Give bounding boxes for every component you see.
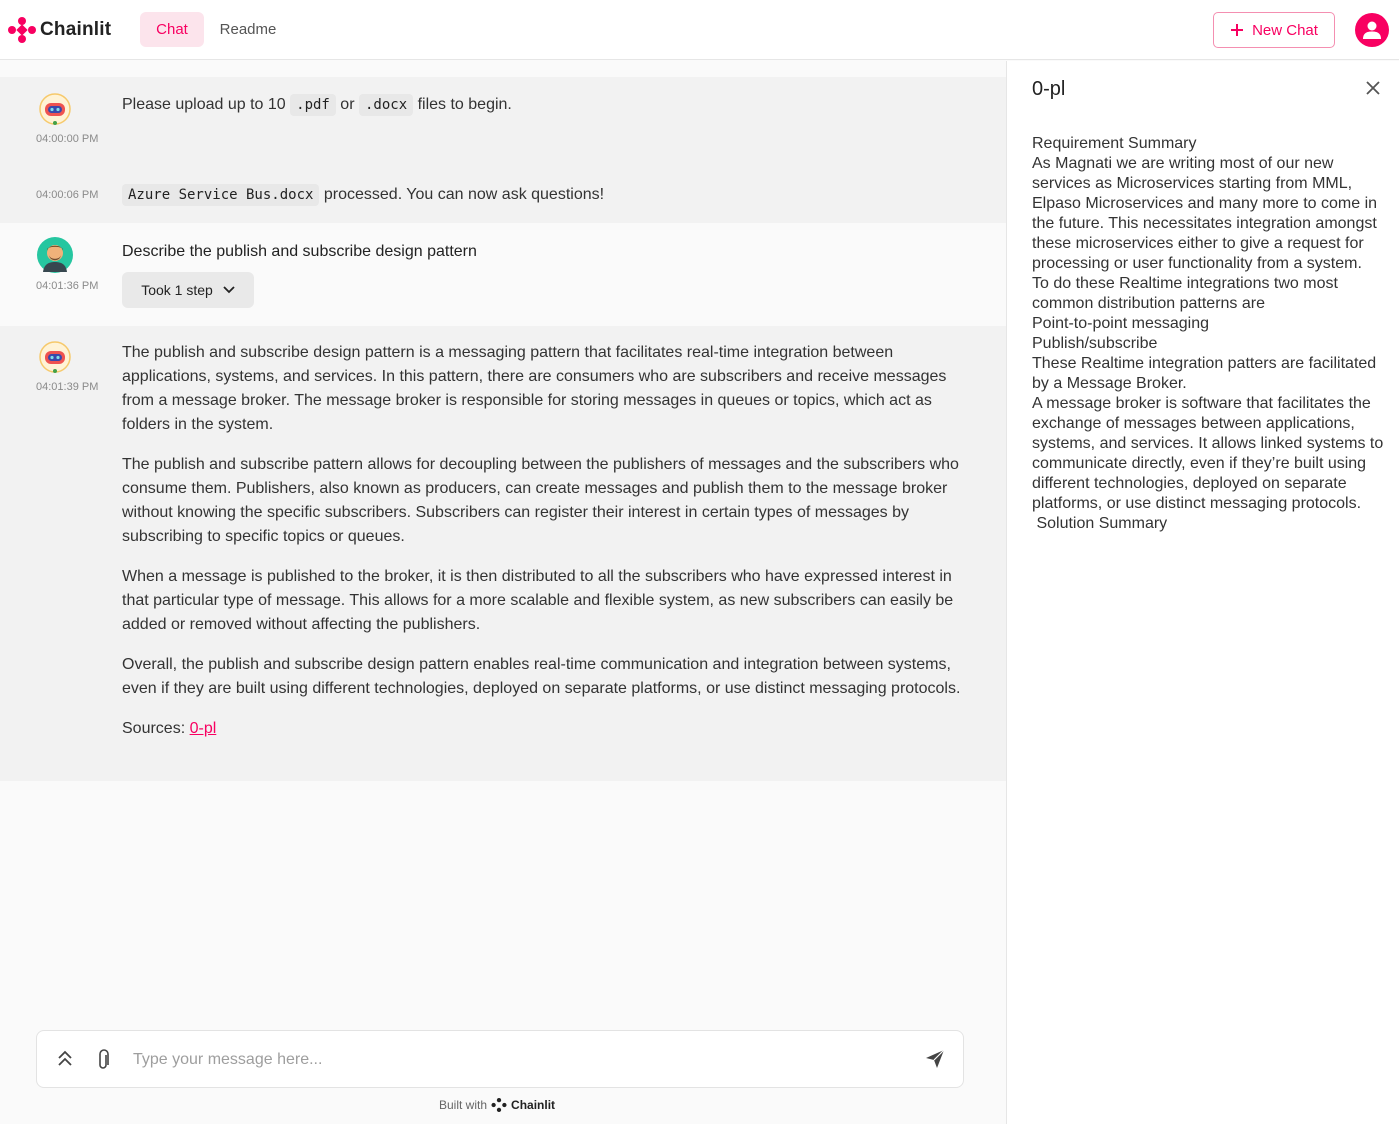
assistant-message-text: Azure Service Bus.docx processed. You ca… (122, 183, 604, 207)
new-chat-label: New Chat (1252, 21, 1318, 39)
panel-title: 0-pl (1032, 78, 1066, 100)
panel-line: Solution Summary (1032, 515, 1168, 532)
new-chat-button[interactable]: New Chat (1213, 12, 1335, 48)
assistant-answer-text: The publish and subscribe design pattern… (122, 341, 962, 757)
built-with-label: Built with (439, 1098, 488, 1112)
tab-readme[interactable]: Readme (210, 12, 286, 47)
text-segment: Please upload up to 10 (122, 96, 291, 113)
sources-line: Sources: 0-pl (122, 717, 962, 741)
chevron-down-icon (223, 286, 235, 294)
step-label: Took 1 step (141, 282, 213, 298)
logo-text: Chainlit (40, 19, 112, 40)
message-timestamp: 04:00:06 PM (36, 189, 99, 201)
send-icon[interactable] (925, 1049, 945, 1069)
step-toggle-button[interactable]: Took 1 step (122, 272, 254, 308)
panel-content: Requirement Summary As Magnati we are wr… (1032, 134, 1387, 534)
source-link[interactable]: 0-pl (190, 720, 217, 737)
close-icon[interactable] (1365, 80, 1381, 96)
assistant-message-group: 04:00:00 PM Please upload up to 10 .pdf … (0, 77, 1006, 223)
answer-paragraph: The publish and subscribe pattern allows… (122, 456, 959, 545)
message-timestamp: 04:01:39 PM (36, 381, 99, 393)
inline-code: Azure Service Bus.docx (122, 184, 320, 206)
panel-line: These Realtime integration patters are f… (1032, 355, 1381, 392)
sources-label: Sources: (122, 720, 190, 737)
user-message-text: Describe the publish and subscribe desig… (122, 243, 477, 260)
chainlit-logo-icon (8, 17, 36, 43)
inline-code: .pdf (290, 94, 336, 116)
user-avatar-icon (37, 237, 73, 273)
text-segment: or (335, 96, 359, 113)
tab-chat[interactable]: Chat (140, 12, 204, 47)
user-menu-avatar[interactable] (1355, 13, 1389, 47)
built-with-footer: Built with Chainlit (439, 1098, 555, 1112)
chevrons-up-icon[interactable] (57, 1049, 73, 1067)
plus-icon (1231, 24, 1244, 36)
answer-paragraph: When a message is published to the broke… (122, 568, 954, 633)
panel-line: As Magnati we are writing most of our ne… (1032, 155, 1382, 272)
built-with-brand: Chainlit (511, 1098, 556, 1112)
paperclip-icon[interactable] (97, 1049, 111, 1071)
panel-line: Publish/subscribe (1032, 335, 1158, 352)
message-composer (36, 1030, 964, 1088)
inline-code: .docx (358, 94, 414, 116)
message-timestamp: 04:00:00 PM (36, 133, 99, 145)
answer-paragraph: The publish and subscribe design pattern… (122, 344, 947, 433)
panel-line: A message broker is software that facili… (1032, 395, 1388, 512)
chainlit-mark-icon (491, 1098, 507, 1112)
chat-area: 04:00:00 PM Please upload up to 10 .pdf … (0, 61, 1006, 1124)
panel-line: Point-to-point messaging (1032, 315, 1209, 332)
bot-avatar-icon (39, 341, 71, 373)
source-side-panel: 0-pl Requirement Summary As Magnati we a… (1006, 61, 1399, 1124)
bot-avatar-icon (39, 93, 71, 125)
text-segment: files to begin. (413, 96, 512, 113)
panel-line: To do these Realtime integrations two mo… (1032, 275, 1343, 312)
person-icon (1363, 21, 1381, 39)
assistant-message-text: Please upload up to 10 .pdf or .docx fil… (122, 93, 512, 117)
app-header: Chainlit Chat Readme New Chat (0, 0, 1399, 60)
message-input[interactable] (133, 1045, 893, 1075)
answer-paragraph: Overall, the publish and subscribe desig… (122, 656, 961, 697)
panel-line: Requirement Summary (1032, 135, 1197, 152)
message-timestamp: 04:01:36 PM (36, 280, 99, 292)
text-segment: processed. You can now ask questions! (319, 186, 605, 203)
chainlit-logo[interactable]: Chainlit (8, 17, 111, 43)
